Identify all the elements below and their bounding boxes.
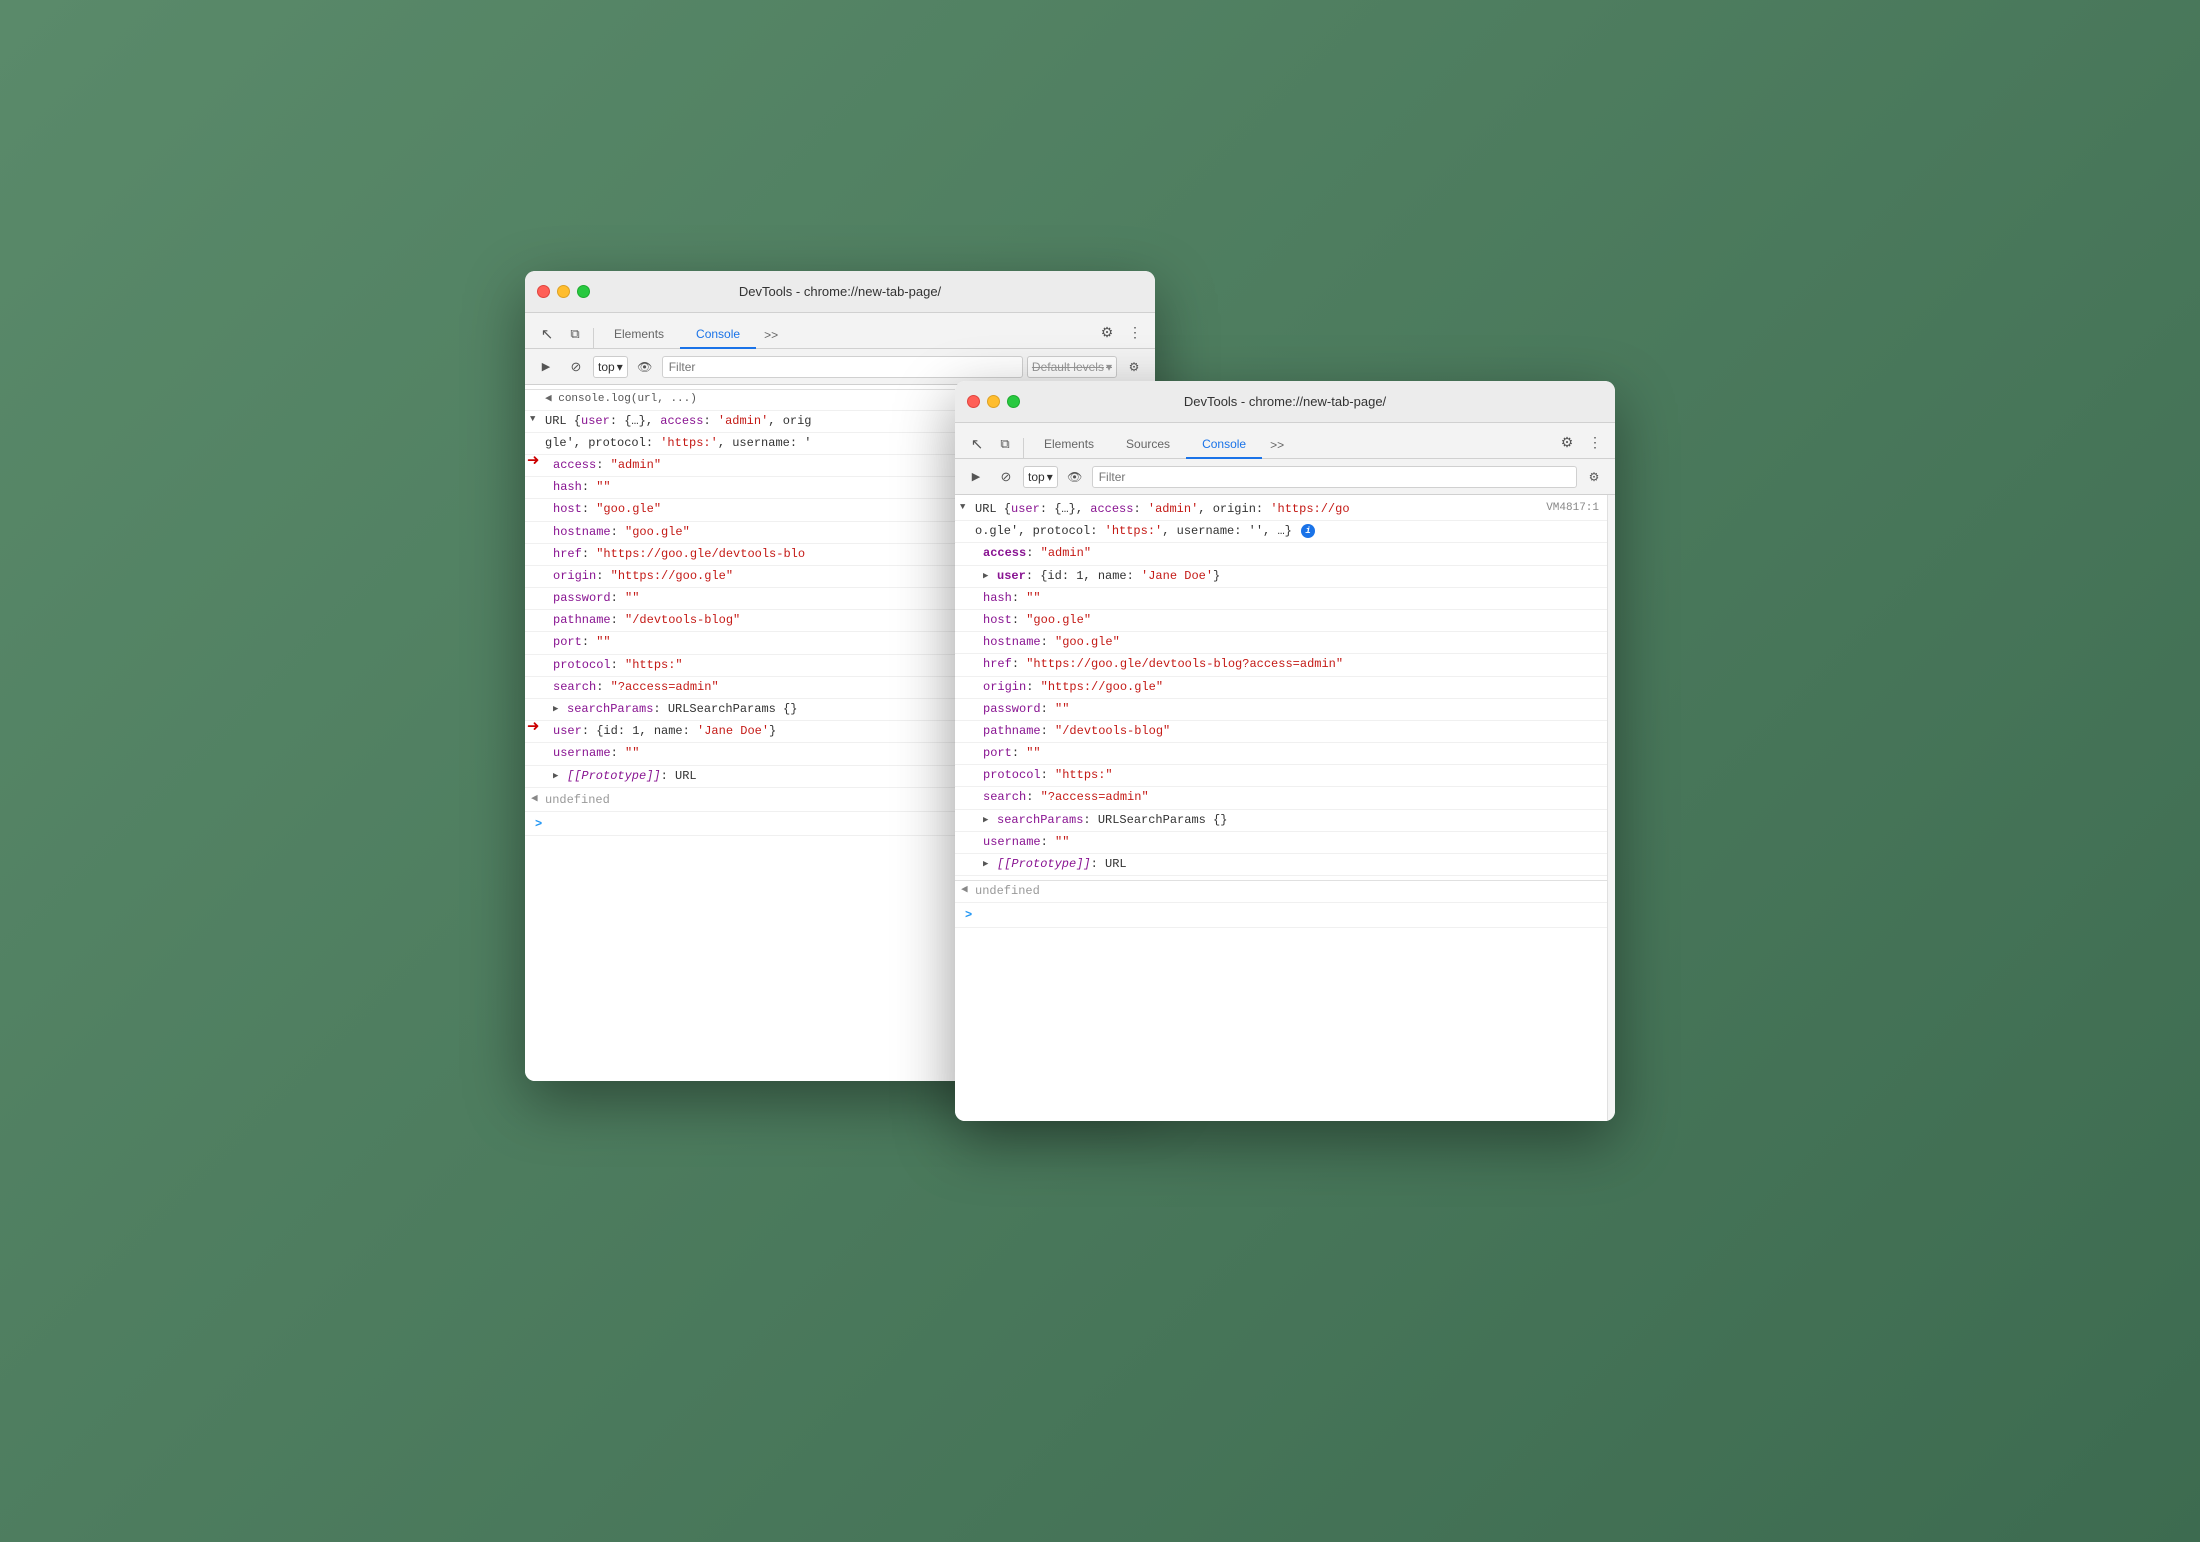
play-icon-front[interactable]: ▶ [963,464,989,490]
layers-icon-back[interactable]: ⧉ [561,320,589,348]
info-icon[interactable]: i [1301,524,1315,538]
scrollbar-front[interactable] [1607,495,1615,1121]
traffic-lights-back [537,285,590,298]
prompt-line-front[interactable]: > [955,905,1607,927]
gear-icon-console-front[interactable]: ⚙ [1581,464,1607,490]
eye-icon-front[interactable]: 👁 [1062,464,1088,490]
maximize-button-front[interactable] [1007,395,1020,408]
layers-icon-front[interactable]: ⧉ [991,430,1019,458]
undefined-line-front: ◀ undefined [955,880,1607,903]
minimize-button-back[interactable] [557,285,570,298]
origin-line-front: origin: "https://goo.gle" [955,677,1607,699]
pathname-line-front: pathname: "/devtools-blog" [955,721,1607,743]
url-object-cont-front: o.gle', protocol: 'https:', username: ''… [955,521,1607,543]
tab-sources-front[interactable]: Sources [1110,431,1186,459]
href-line-front: href: "https://goo.gle/devtools-blog?acc… [955,654,1607,676]
port-line-front: port: "" [955,743,1607,765]
cursor-icon-back[interactable]: ↖ [533,320,561,348]
top-label-front: top [1028,470,1045,484]
console-toolbar-back: ▶ ⊘ top ▾ 👁 Default levels ▾ ⚙ [525,349,1155,385]
more-icon-back[interactable]: ⋮ [1123,320,1147,344]
traffic-lights-front [967,395,1020,408]
user-line-front[interactable]: ▶ user: {id: 1, name: 'Jane Doe'} [955,566,1607,588]
console-toolbar-front: ▶ ⊘ top ▾ 👁 ⚙ [955,459,1615,495]
devtools-body-front: ↖ ⧉ Elements Sources Console >> ⚙ ⋮ ▶ ⊘ … [955,423,1615,1121]
tab-actions-back: ⚙ ⋮ [1095,320,1147,348]
vm-source: VM4817:1 [1546,500,1599,518]
tab-bar-front: ↖ ⧉ Elements Sources Console >> ⚙ ⋮ [955,423,1615,459]
close-button-front[interactable] [967,395,980,408]
console-text-front: VM4817:1 ▼ URL {user: {…}, access: 'admi… [955,495,1607,1121]
hash-line-front: hash: "" [955,588,1607,610]
more-icon-front[interactable]: ⋮ [1583,430,1607,454]
tab-bar-back: ↖ ⧉ Elements Console >> ⚙ ⋮ [525,313,1155,349]
gear-icon-console-back[interactable]: ⚙ [1121,354,1147,380]
chevron-down-icon-levels: ▾ [1106,360,1112,374]
top-label-back: top [598,360,615,374]
screenshot-container: DevTools - chrome://new-tab-page/ ↖ ⧉ El… [525,221,1675,1321]
protocol-line-front: protocol: "https:" [955,765,1607,787]
ban-icon-front[interactable]: ⊘ [993,464,1019,490]
title-bar-front: DevTools - chrome://new-tab-page/ [955,381,1615,423]
minimize-button-front[interactable] [987,395,1000,408]
tab-actions-front: ⚙ ⋮ [1555,430,1607,458]
url-object-header-front[interactable]: VM4817:1 ▼ URL {user: {…}, access: 'admi… [955,499,1607,521]
ban-icon-back[interactable]: ⊘ [563,354,589,380]
search-line-front: search: "?access=admin" [955,787,1607,809]
devtools-window-front: DevTools - chrome://new-tab-page/ ↖ ⧉ El… [955,381,1615,1121]
password-line-front: password: "" [955,699,1607,721]
username-line-front: username: "" [955,832,1607,854]
console-content-front: VM4817:1 ▼ URL {user: {…}, access: 'admi… [955,495,1615,1121]
cursor-icon-front[interactable]: ↖ [963,430,991,458]
separator-front [1023,438,1024,458]
tab-elements-front[interactable]: Elements [1028,431,1110,459]
tab-console-front[interactable]: Console [1186,431,1262,459]
filter-input-back[interactable] [662,356,1023,378]
tab-more-front[interactable]: >> [1262,432,1292,458]
default-levels-back[interactable]: Default levels ▾ [1027,356,1117,378]
tab-elements-back[interactable]: Elements [598,321,680,349]
host-line-front: host: "goo.gle" [955,610,1607,632]
filter-input-front[interactable] [1092,466,1577,488]
window-title-back: DevTools - chrome://new-tab-page/ [739,284,941,299]
title-bar-back: DevTools - chrome://new-tab-page/ [525,271,1155,313]
window-title-front: DevTools - chrome://new-tab-page/ [1184,394,1386,409]
play-icon-back[interactable]: ▶ [533,354,559,380]
close-button-back[interactable] [537,285,550,298]
gear-icon-back[interactable]: ⚙ [1095,320,1119,344]
chevron-down-icon-back: ▾ [617,360,623,374]
separator-back [593,328,594,348]
tab-console-back[interactable]: Console [680,321,756,349]
top-dropdown-front[interactable]: top ▾ [1023,466,1058,488]
tab-more-back[interactable]: >> [756,322,786,348]
eye-icon-back[interactable]: 👁 [632,354,658,380]
hostname-line-front: hostname: "goo.gle" [955,632,1607,654]
maximize-button-back[interactable] [577,285,590,298]
chevron-down-icon-front: ▾ [1047,470,1053,484]
top-dropdown-back[interactable]: top ▾ [593,356,628,378]
access-line-front: access: "admin" [955,543,1607,565]
prototype-line-front[interactable]: ▶ [[Prototype]]: URL [955,854,1607,876]
gear-icon-front[interactable]: ⚙ [1555,430,1579,454]
searchparams-line-front[interactable]: ▶ searchParams: URLSearchParams {} [955,810,1607,832]
